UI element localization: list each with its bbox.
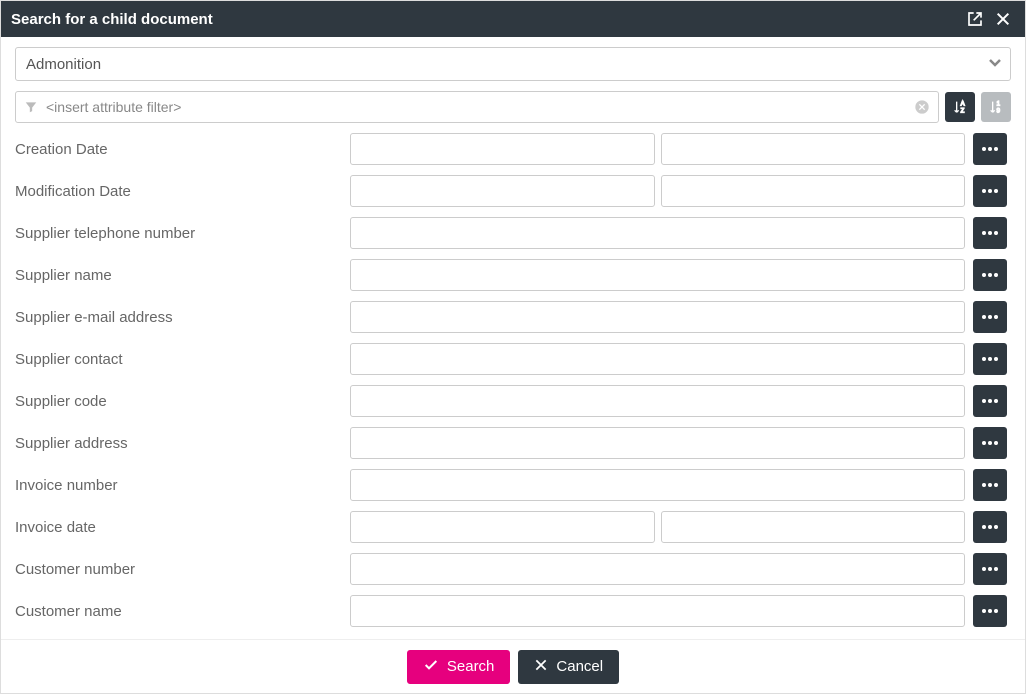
popout-icon[interactable]	[963, 7, 987, 31]
svg-text:A: A	[961, 102, 965, 108]
svg-text:9: 9	[997, 108, 1001, 114]
check-icon	[423, 657, 439, 677]
field-label: Supplier name	[15, 267, 350, 284]
svg-text:Z: Z	[961, 108, 965, 114]
field-label: Supplier telephone number	[15, 225, 350, 242]
field-inputs	[350, 595, 965, 627]
dialog-content: Admonition AZ 19	[1, 37, 1025, 639]
more-options-button[interactable]	[973, 343, 1007, 375]
more-options-button[interactable]	[973, 595, 1007, 627]
field-row: Customer number	[15, 553, 1007, 585]
more-options-button[interactable]	[973, 385, 1007, 417]
field-input-from[interactable]	[350, 133, 655, 165]
search-child-document-dialog: Search for a child document Admonition	[0, 0, 1026, 694]
field-row: Supplier contact	[15, 343, 1007, 375]
attribute-filter-box[interactable]	[15, 91, 939, 123]
more-options-button[interactable]	[973, 553, 1007, 585]
field-row: Supplier address	[15, 427, 1007, 459]
field-row: Invoice date	[15, 511, 1007, 543]
doctype-select-value: Admonition	[26, 56, 101, 73]
dialog-title: Search for a child document	[11, 11, 959, 28]
cancel-button-label: Cancel	[556, 658, 603, 675]
field-label: Customer number	[15, 561, 350, 578]
filter-row: AZ 19	[15, 91, 1011, 123]
field-label: Supplier e-mail address	[15, 309, 350, 326]
more-options-button[interactable]	[973, 427, 1007, 459]
field-row: Supplier telephone number	[15, 217, 1007, 249]
more-options-button[interactable]	[973, 301, 1007, 333]
field-label: Modification Date	[15, 183, 350, 200]
field-input-to[interactable]	[661, 175, 966, 207]
attribute-filter-input[interactable]	[44, 98, 914, 116]
dialog-footer: Search Cancel	[1, 639, 1025, 693]
field-input-from[interactable]	[350, 511, 655, 543]
field-label: Supplier code	[15, 393, 350, 410]
field-row: Supplier name	[15, 259, 1007, 291]
sort-az-button[interactable]: AZ	[945, 92, 975, 122]
close-icon[interactable]	[991, 7, 1015, 31]
field-label: Customer name	[15, 603, 350, 620]
field-row: Supplier code	[15, 385, 1007, 417]
field-row: Modification Date	[15, 175, 1007, 207]
field-inputs	[350, 385, 965, 417]
field-row: Supplier e-mail address	[15, 301, 1007, 333]
cancel-button[interactable]: Cancel	[518, 650, 619, 684]
field-inputs	[350, 301, 965, 333]
more-options-button[interactable]	[973, 175, 1007, 207]
field-inputs	[350, 217, 965, 249]
more-options-button[interactable]	[973, 133, 1007, 165]
clear-filter-icon[interactable]	[914, 99, 930, 115]
more-options-button[interactable]	[973, 469, 1007, 501]
sort-19-button[interactable]: 19	[981, 92, 1011, 122]
field-inputs	[350, 427, 965, 459]
field-input-from[interactable]	[350, 175, 655, 207]
field-row: Creation Date	[15, 133, 1007, 165]
field-input[interactable]	[350, 217, 965, 249]
field-inputs	[350, 469, 965, 501]
funnel-icon	[24, 100, 38, 114]
field-label: Invoice number	[15, 477, 350, 494]
field-inputs	[350, 175, 965, 207]
field-input[interactable]	[350, 343, 965, 375]
field-input[interactable]	[350, 595, 965, 627]
x-icon	[534, 658, 548, 676]
field-label: Creation Date	[15, 141, 350, 158]
field-label: Supplier contact	[15, 351, 350, 368]
field-label: Invoice date	[15, 519, 350, 536]
field-row: Customer name	[15, 595, 1007, 627]
field-inputs	[350, 343, 965, 375]
field-input-to[interactable]	[661, 133, 966, 165]
doctype-select[interactable]: Admonition	[15, 47, 1011, 81]
more-options-button[interactable]	[973, 511, 1007, 543]
titlebar: Search for a child document	[1, 1, 1025, 37]
field-input[interactable]	[350, 469, 965, 501]
field-label: Supplier address	[15, 435, 350, 452]
field-inputs	[350, 511, 965, 543]
more-options-button[interactable]	[973, 259, 1007, 291]
search-button-label: Search	[447, 658, 495, 675]
field-input-to[interactable]	[661, 511, 966, 543]
svg-text:1: 1	[997, 102, 1001, 108]
field-inputs	[350, 133, 965, 165]
field-input[interactable]	[350, 301, 965, 333]
field-input[interactable]	[350, 427, 965, 459]
field-inputs	[350, 259, 965, 291]
doctype-select-row: Admonition	[15, 47, 1011, 81]
field-row: Invoice number	[15, 469, 1007, 501]
fields-list[interactable]: Creation Date Modification Date Supplier t…	[15, 133, 1011, 639]
more-options-button[interactable]	[973, 217, 1007, 249]
search-button[interactable]: Search	[407, 650, 511, 684]
field-inputs	[350, 553, 965, 585]
field-input[interactable]	[350, 553, 965, 585]
field-input[interactable]	[350, 385, 965, 417]
field-input[interactable]	[350, 259, 965, 291]
